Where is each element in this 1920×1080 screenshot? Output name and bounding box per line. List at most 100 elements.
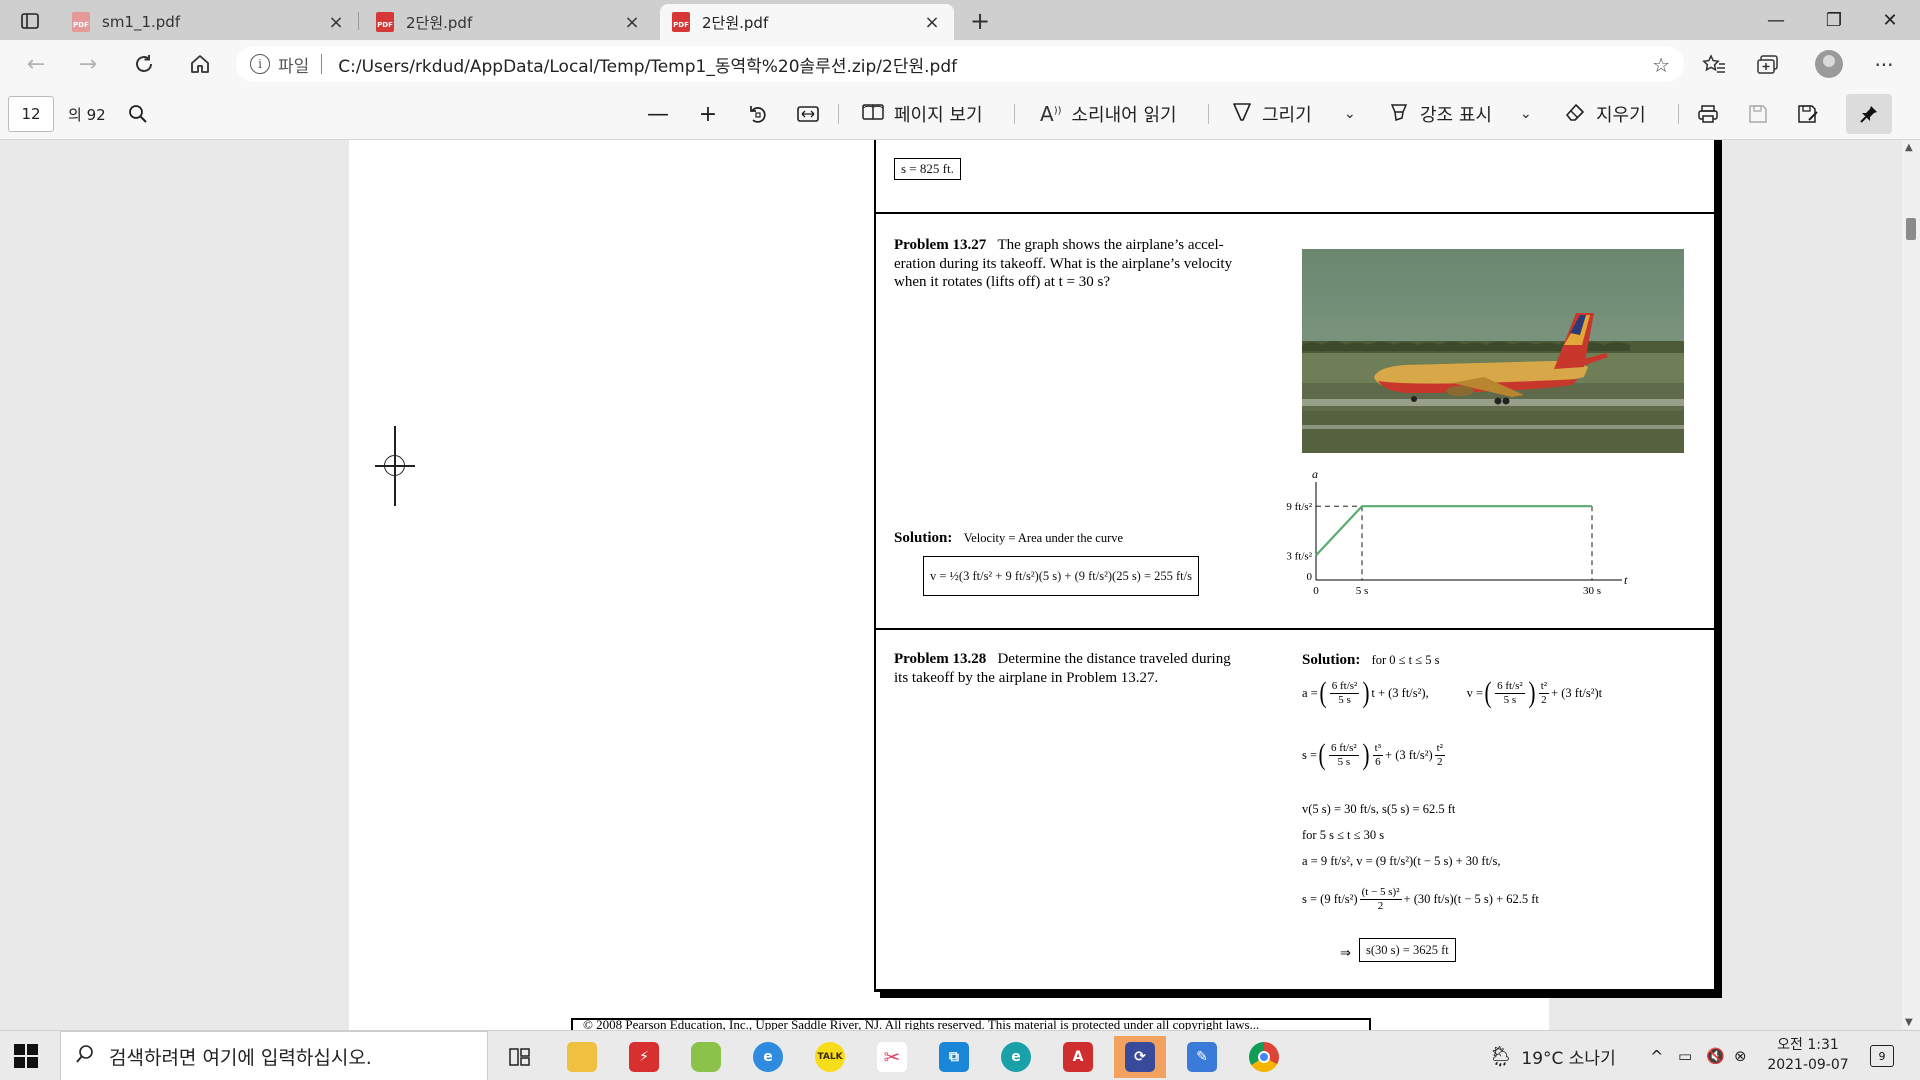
eq-s-mid: + (3 ft/s²) — [1385, 747, 1433, 762]
restore-button[interactable]: ❐ — [1806, 0, 1862, 40]
close-tab-icon[interactable]: × — [622, 12, 642, 33]
collections-icon[interactable] — [1752, 50, 1784, 80]
close-tab-icon[interactable]: × — [326, 12, 346, 33]
lightning-icon: ⚡ — [629, 1042, 659, 1072]
internet-explorer-app[interactable]: e — [742, 1036, 794, 1078]
show-hidden-icons-chevron-icon[interactable]: ^ — [1650, 1031, 1663, 1080]
toolbar-divider — [1014, 104, 1015, 124]
tab-sm1-1[interactable]: PDF sm1_1.pdf × — [60, 4, 358, 40]
kakaotalk-icon: TALK — [815, 1042, 845, 1072]
save-as-icon[interactable] — [1792, 98, 1824, 130]
pdf-file-icon: PDF — [72, 12, 90, 32]
favorites-icon[interactable] — [1698, 50, 1730, 80]
network-disconnected-icon[interactable]: ⊗ — [1734, 1031, 1747, 1080]
read-aloud-button[interactable]: A)) 소리내어 읽기 — [1040, 98, 1177, 130]
zoom-out-icon[interactable]: — — [642, 98, 674, 130]
highlight-options-chevron-icon[interactable]: ⌄ — [1520, 98, 1532, 130]
problem-13-28-line2: its takeoff by the airplane in Problem 1… — [894, 669, 1159, 686]
save-icon[interactable] — [1742, 98, 1774, 130]
refresh-button[interactable] — [126, 48, 162, 80]
search-icon — [75, 1044, 95, 1069]
erase-button[interactable]: 지우기 — [1564, 98, 1646, 130]
kakaotalk-app[interactable]: TALK — [804, 1036, 856, 1078]
forward-button[interactable]: → — [70, 48, 106, 80]
home-button[interactable] — [182, 48, 218, 80]
info-icon[interactable]: i — [250, 54, 270, 74]
solution-13-28-label-row: Solution: for 0 ≤ t ≤ 5 s — [1302, 651, 1440, 669]
battery-icon[interactable]: ▭ — [1678, 1031, 1692, 1080]
equation-s-first-interval: s = ( 6 ft/s² 5 s ) t³ 6 + (3 ft/s²) t² 2 — [1302, 738, 1445, 771]
scroll-up-arrow-icon[interactable]: ▲ — [1905, 142, 1913, 153]
edge-browser-app[interactable]: e — [990, 1036, 1042, 1078]
tab-2danwon-1[interactable]: PDF 2단원.pdf × — [364, 4, 654, 40]
toolbar-divider — [838, 104, 839, 124]
equation-a-v-first-interval: a = ( 6 ft/s² 5 s ) t + (3 ft/s²), v = ( … — [1302, 676, 1603, 709]
more-options-icon[interactable]: ··· — [1868, 50, 1900, 80]
close-window-button[interactable]: ✕ — [1862, 0, 1918, 40]
home-icon — [191, 55, 209, 73]
page-view-button[interactable]: 페이지 보기 — [862, 98, 983, 130]
remote-app-active[interactable]: ⟳ — [1114, 1036, 1166, 1078]
close-tab-icon[interactable]: × — [922, 12, 942, 33]
eq-v-prefix: v = — [1466, 685, 1484, 700]
profile-avatar[interactable] — [1815, 50, 1843, 78]
app-red-bolt[interactable]: ⚡ — [618, 1036, 670, 1078]
eq-frac-num: 6 ft/s² — [1329, 741, 1359, 756]
store-app[interactable]: ⧉ — [928, 1036, 980, 1078]
highlight-button[interactable]: 강조 표시 — [1388, 98, 1492, 130]
pin-icon — [1860, 106, 1877, 123]
find-icon[interactable] — [122, 98, 154, 130]
task-view-button[interactable] — [494, 1036, 546, 1078]
eq-s-prefix: s = — [1302, 747, 1318, 762]
notification-center-icon[interactable]: 9 — [1870, 1045, 1894, 1067]
refresh-icon — [136, 55, 152, 72]
url-separator — [321, 54, 323, 74]
fit-width-icon[interactable] — [792, 98, 824, 130]
eq-two-den: 2 — [1437, 755, 1443, 768]
solutions-frame: s = 825 ft. Problem 13.27 The graph show… — [874, 140, 1716, 992]
eq-t3-num: t³ — [1372, 741, 1384, 756]
erase-label: 지우기 — [1596, 105, 1646, 126]
new-tab-button[interactable]: + — [965, 6, 995, 36]
draw-button[interactable]: 그리기 — [1232, 98, 1312, 130]
weather-widget[interactable]: 🌦 19°C 소나기 — [1488, 1031, 1616, 1080]
notes-app[interactable]: ✎ — [1176, 1036, 1228, 1078]
rotate-icon[interactable] — [742, 98, 774, 130]
minimize-button[interactable]: — — [1748, 0, 1804, 40]
section-divider — [876, 212, 1714, 214]
add-favorite-icon[interactable]: ☆ — [1652, 53, 1670, 77]
print-icon[interactable] — [1692, 98, 1724, 130]
pin-toolbar-button[interactable] — [1846, 94, 1892, 134]
graph-tick-5s: 5 s — [1356, 585, 1369, 597]
file-explorer-app[interactable] — [556, 1036, 608, 1078]
eq-t2-num: t² — [1434, 741, 1445, 756]
chrome-browser-app[interactable] — [1238, 1036, 1290, 1078]
acrobat-app[interactable]: A — [1052, 1036, 1104, 1078]
eq-frac-den: 5 s — [1503, 693, 1517, 706]
snipping-tool-app[interactable]: ✂ — [866, 1036, 918, 1078]
edge-icon: e — [1001, 1042, 1031, 1072]
start-button[interactable] — [14, 1044, 38, 1068]
store-bag-icon: ⧉ — [939, 1042, 969, 1072]
copyright-footer-box: © 2008 Pearson Education, Inc., Upper Sa… — [571, 1018, 1371, 1030]
volume-muted-icon[interactable]: 🔇 — [1706, 1031, 1725, 1080]
tab-actions-menu-button[interactable] — [8, 6, 52, 36]
graph-tick-9: 9 ft/s² — [1286, 501, 1312, 513]
zoom-in-icon[interactable]: + — [692, 98, 724, 130]
problem-13-27-heading: Problem 13.27 — [894, 237, 987, 253]
page-number-input[interactable]: 12 — [8, 96, 54, 132]
chrome-icon — [1249, 1042, 1279, 1072]
system-clock[interactable]: 오전 1:31 2021-09-07 — [1758, 1035, 1858, 1075]
equation-a-v-second-interval: a = 9 ft/s², v = (9 ft/s²)(t − 5 s) + 30… — [1302, 854, 1501, 868]
pdf-document-area[interactable]: s = 825 ft. Problem 13.27 The graph show… — [0, 140, 1920, 1030]
vertical-scrollbar[interactable]: ▲ ▼ — [1902, 140, 1920, 1030]
taskbar-search-box[interactable]: 검색하려면 여기에 입력하십시오. — [60, 1031, 488, 1080]
scrollbar-thumb[interactable] — [1906, 218, 1916, 240]
scroll-down-arrow-icon[interactable]: ▼ — [1905, 1017, 1913, 1028]
url-field[interactable]: i 파일 C:/Users/rkdud/AppData/Local/Temp/T… — [236, 46, 1684, 82]
app-green-chat[interactable] — [680, 1036, 732, 1078]
tab-2danwon-2-active[interactable]: PDF 2단원.pdf × — [660, 4, 954, 40]
back-button[interactable]: ← — [18, 48, 54, 80]
solution-13-27-label-row: Solution: Velocity = Area under the curv… — [894, 529, 1123, 547]
draw-options-chevron-icon[interactable]: ⌄ — [1344, 98, 1356, 130]
